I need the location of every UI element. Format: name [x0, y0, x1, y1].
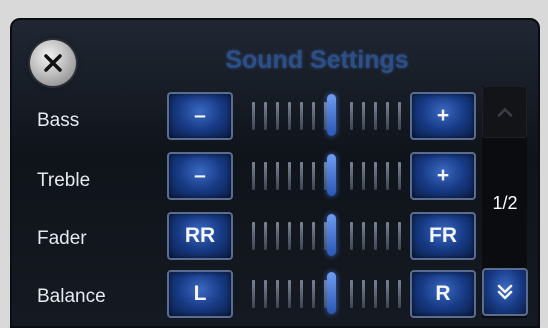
slider-tick [362, 162, 365, 190]
slider-knob[interactable] [327, 154, 336, 196]
slider-knob[interactable] [327, 214, 336, 256]
slider-tick [374, 222, 377, 250]
slider-tick [374, 102, 377, 130]
slider-knob[interactable] [327, 272, 336, 314]
treble-increase-button[interactable]: + [410, 152, 476, 200]
slider-tick [386, 162, 389, 190]
slider-tick [252, 102, 255, 130]
page-up-button[interactable] [482, 86, 527, 138]
slider-tick [350, 162, 353, 190]
slider-tick [276, 280, 279, 308]
sound-settings-screen: Sound Settings Bass – + Treble – + Fader… [10, 18, 540, 328]
slider-tick [264, 280, 267, 308]
slider-tick [350, 102, 353, 130]
slider-tick [362, 222, 365, 250]
slider-tick [386, 280, 389, 308]
balance-label: Balance [37, 286, 106, 307]
slider-tick [350, 280, 353, 308]
fader-rear-button[interactable]: RR [167, 212, 233, 260]
slider-tick [288, 162, 291, 190]
slider-tick [264, 102, 267, 130]
slider-tick [300, 162, 303, 190]
slider-tick [288, 280, 291, 308]
slider-tick [386, 102, 389, 130]
page-title: Sound Settings [225, 46, 409, 74]
balance-right-button[interactable]: R [410, 270, 476, 318]
slider-tick [398, 162, 401, 190]
slider-tick [300, 102, 303, 130]
bass-increase-button[interactable]: + [410, 92, 476, 140]
slider-tick [252, 280, 255, 308]
slider-tick [276, 222, 279, 250]
double-chevron-down-icon [497, 284, 513, 300]
close-button[interactable] [30, 40, 76, 86]
slider-tick [362, 280, 365, 308]
slider-tick [288, 222, 291, 250]
balance-left-button[interactable]: L [167, 270, 233, 318]
slider-tick [398, 280, 401, 308]
fader-front-button[interactable]: FR [410, 212, 476, 260]
slider-tick [264, 162, 267, 190]
page-down-button[interactable] [482, 268, 528, 316]
treble-slider[interactable] [250, 154, 410, 198]
treble-decrease-button[interactable]: – [167, 152, 233, 200]
slider-tick [362, 102, 365, 130]
treble-label: Treble [37, 170, 91, 191]
bass-label: Bass [37, 110, 80, 131]
fader-slider[interactable] [250, 214, 410, 258]
slider-tick [300, 280, 303, 308]
bass-decrease-button[interactable]: – [167, 92, 233, 140]
slider-tick [350, 222, 353, 250]
slider-tick [288, 102, 291, 130]
slider-tick [312, 280, 315, 308]
slider-tick [276, 162, 279, 190]
slider-tick [398, 222, 401, 250]
slider-tick [312, 222, 315, 250]
slider-tick [386, 222, 389, 250]
slider-tick [300, 222, 303, 250]
slider-tick [374, 162, 377, 190]
slider-tick [264, 222, 267, 250]
slider-knob[interactable] [327, 94, 336, 136]
slider-tick [252, 222, 255, 250]
slider-tick [374, 280, 377, 308]
bass-slider[interactable] [250, 94, 410, 138]
slider-tick [312, 162, 315, 190]
balance-slider[interactable] [250, 272, 410, 316]
slider-tick [276, 102, 279, 130]
slider-tick [312, 102, 315, 130]
slider-tick [398, 102, 401, 130]
slider-tick [252, 162, 255, 190]
chevron-up-icon [497, 107, 512, 117]
close-icon [44, 54, 62, 72]
page-indicator: 1/2 [492, 193, 518, 213]
fader-label: Fader [37, 228, 87, 249]
